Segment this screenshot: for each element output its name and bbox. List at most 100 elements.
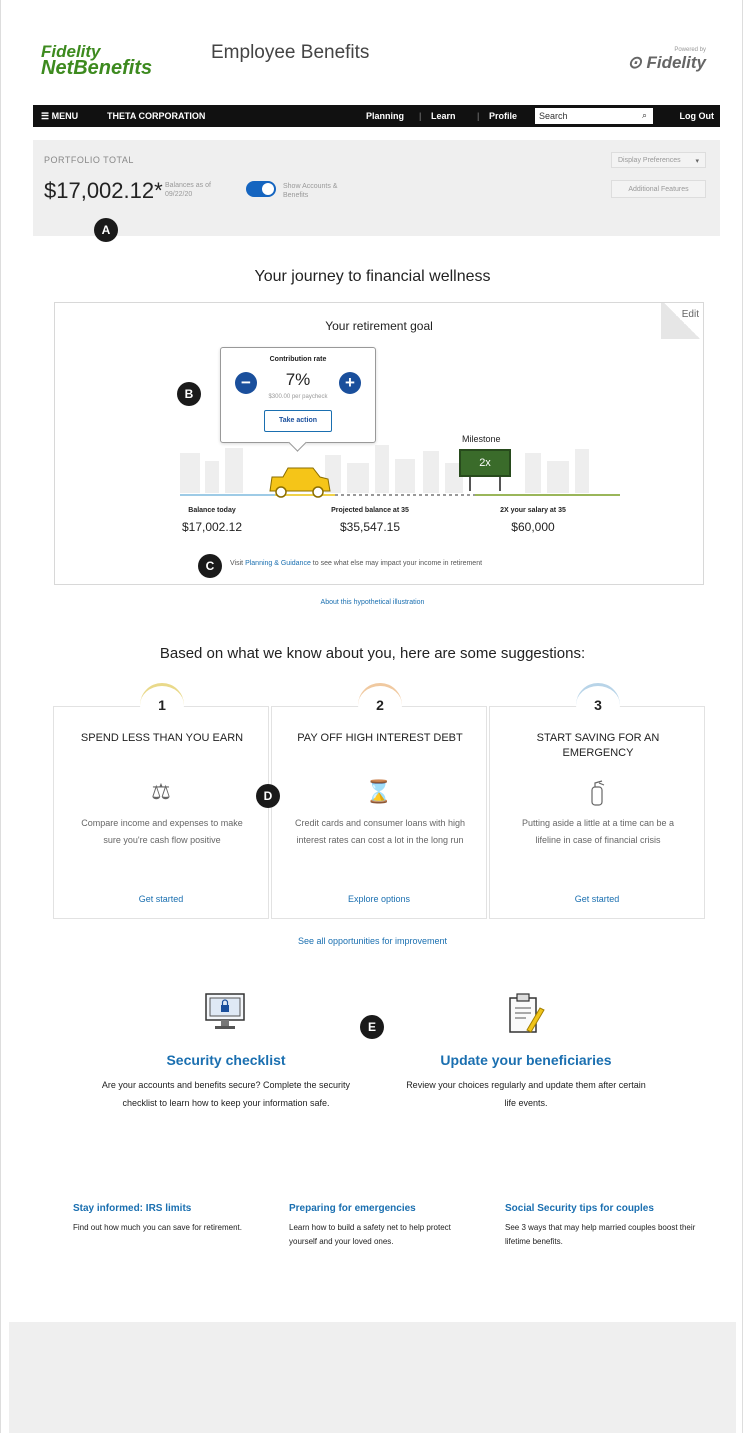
footer bbox=[9, 1322, 736, 1433]
retirement-goal-card: Edit Your retirement goal Contribution r… bbox=[54, 302, 704, 585]
suggestion-number: 1 bbox=[140, 683, 184, 727]
planning-guidance-note: Visit Planning & Guidance to see what el… bbox=[230, 560, 482, 567]
journey-heading: Your journey to financial wellness bbox=[254, 268, 491, 285]
milestone-sign-post bbox=[499, 477, 501, 491]
portfolio-amount: $17,002.12* bbox=[44, 178, 163, 203]
page-title: Employee Benefits bbox=[211, 42, 370, 63]
stat-balance-today: Balance today $17,002.12 bbox=[157, 507, 267, 534]
article-irs-limits: Stay informed: IRS limits Find out how m… bbox=[73, 1203, 273, 1235]
article-description: Learn how to build a safety net to help … bbox=[289, 1223, 451, 1246]
nav-planning[interactable]: Planning bbox=[366, 111, 404, 121]
display-preferences-label: Display Preferences bbox=[618, 157, 681, 164]
netbenefits-logo[interactable]: Fidelity NetBenefits bbox=[41, 43, 153, 79]
nav-divider: | bbox=[477, 111, 480, 121]
stat-value: $35,547.15 bbox=[339, 520, 401, 534]
secondary-button[interactable]: Additional Features bbox=[611, 180, 706, 198]
suggestion-cta[interactable]: Explore options bbox=[272, 894, 486, 904]
stat-value: $17,002.12 bbox=[181, 520, 243, 534]
security-checklist-link[interactable]: Security checklist bbox=[101, 1052, 351, 1068]
feature-description: Review your choices regularly and update… bbox=[406, 1080, 646, 1108]
see-all-text[interactable]: See all opportunities for improvement bbox=[298, 936, 447, 946]
popover-title: Contribution rate bbox=[269, 356, 327, 363]
fire-extinguisher-graphic bbox=[591, 780, 605, 806]
article-title[interactable]: Social Security tips for couples bbox=[505, 1203, 705, 1214]
security-checklist-feature: Security checklist Are your accounts and… bbox=[101, 1052, 351, 1112]
stat-label: Projected balance at 35 bbox=[331, 507, 409, 514]
nav-divider: | bbox=[419, 111, 422, 121]
stat-label: 2X your salary at 35 bbox=[500, 507, 566, 514]
toggle-label: Show Accounts & Benefits bbox=[283, 183, 338, 199]
suggestion-title: START SAVING FOR AN EMERGENCY bbox=[536, 732, 660, 759]
visit-suffix: to see what else may impact your income … bbox=[312, 560, 483, 567]
marker-a: A bbox=[94, 218, 118, 242]
suggestion-title: SPEND LESS THAN YOU EARN bbox=[80, 732, 244, 744]
fidelity-logo-text: Fidelity bbox=[646, 53, 706, 72]
article-description: See 3 ways that may help married couples… bbox=[505, 1223, 696, 1246]
powered-by-fidelity: Powered by ⊙ Fidelity bbox=[628, 47, 707, 73]
about-illustration-link: About this hypothetical illustration bbox=[1, 599, 743, 606]
balance-as-of: Balances as of 09/22/20 bbox=[165, 182, 211, 198]
suggestion-cta[interactable]: Get started bbox=[54, 894, 268, 904]
suggestion-number: 3 bbox=[576, 683, 620, 727]
car-icon bbox=[269, 467, 331, 498]
article-title[interactable]: Preparing for emergencies bbox=[289, 1203, 469, 1214]
suggestion-card: 3 START SAVING FOR AN EMERGENCY Putting … bbox=[489, 683, 705, 919]
suggestion-card: 2 PAY OFF HIGH INTEREST DEBT ⌛ Credit ca… bbox=[271, 683, 487, 919]
main-nav: ☰ MENU THETA CORPORATION Planning | Lear… bbox=[33, 105, 720, 127]
suggestion-cta[interactable]: Get started bbox=[490, 894, 704, 904]
portfolio-label: PORTFOLIO TOTAL bbox=[44, 155, 134, 165]
goal-title: Your retirement goal bbox=[325, 319, 433, 333]
nav-learn[interactable]: Learn bbox=[431, 111, 456, 121]
feature-description: Are your accounts and benefits secure? C… bbox=[101, 1080, 351, 1108]
suggestions-heading: Based on what we know about you, here ar… bbox=[159, 645, 586, 662]
planning-guidance-link[interactable]: Planning & Guidance bbox=[245, 560, 311, 567]
portfolio-summary: PORTFOLIO TOTAL $17,002.12* Balances as … bbox=[33, 140, 720, 236]
marker-b: B bbox=[177, 382, 201, 406]
milestone-label: Milestone bbox=[462, 434, 501, 444]
marker-d: D bbox=[256, 784, 280, 808]
show-accounts-toggle[interactable] bbox=[246, 181, 276, 197]
journey-road-illustration bbox=[180, 445, 620, 498]
fire-extinguisher-icon bbox=[490, 779, 704, 813]
menu-label: MENU bbox=[51, 111, 79, 121]
stat-projected-balance: Projected balance at 35 $35,547.15 bbox=[301, 507, 439, 534]
background-skyline bbox=[180, 445, 589, 493]
page: Fidelity NetBenefits Employee Benefits P… bbox=[0, 0, 743, 1433]
fidelity-logo: ⊙ Fidelity bbox=[628, 53, 707, 72]
visit-prefix: Visit bbox=[230, 560, 244, 567]
milestone-sign-post bbox=[469, 477, 471, 491]
article-emergencies: Preparing for emergencies Learn how to b… bbox=[289, 1203, 469, 1249]
chevron-down-icon: ▾ bbox=[695, 158, 699, 165]
update-beneficiaries-feature: Update your beneficiaries Review your ch… bbox=[401, 1052, 651, 1112]
stat-salary-goal: 2X your salary at 35 $60,000 bbox=[473, 507, 593, 534]
search-placeholder: Search bbox=[539, 111, 568, 121]
suggestion-card: 1 SPEND LESS THAN YOU EARN ⚖ Compare inc… bbox=[53, 683, 269, 919]
suggestion-number: 2 bbox=[358, 683, 402, 727]
logo-line2: NetBenefits bbox=[41, 57, 153, 79]
increase-rate-button[interactable]: + bbox=[339, 372, 361, 394]
logout-link[interactable]: Log Out bbox=[680, 111, 715, 121]
suggestion-title: PAY OFF HIGH INTEREST DEBT bbox=[297, 732, 463, 744]
update-beneficiaries-link[interactable]: Update your beneficiaries bbox=[401, 1052, 651, 1068]
search-icon[interactable]: ⌕ bbox=[642, 110, 647, 121]
stat-value: $60,000 bbox=[511, 520, 555, 534]
marker-c: C bbox=[198, 554, 222, 578]
article-social-security: Social Security tips for couples See 3 w… bbox=[505, 1203, 705, 1249]
company-name: THETA CORPORATION bbox=[107, 111, 206, 121]
suggestion-description: Putting aside a little at a time can be … bbox=[521, 818, 675, 845]
display-preferences-dropdown[interactable]: Display Preferences ▾ bbox=[611, 152, 706, 168]
milestone-sign: 2x bbox=[459, 449, 511, 477]
take-action-button[interactable]: Take action bbox=[264, 410, 332, 432]
suggestion-description: Compare income and expenses to make sure… bbox=[81, 818, 243, 845]
nav-profile[interactable]: Profile bbox=[489, 111, 517, 121]
scale-icon: ⚖ bbox=[151, 779, 171, 804]
article-title[interactable]: Stay informed: IRS limits bbox=[73, 1203, 273, 1214]
hamburger-icon: ☰ bbox=[41, 111, 50, 121]
marker-e: E bbox=[360, 1015, 384, 1039]
hourglass-icon: ⌛ bbox=[365, 779, 393, 804]
contribution-rate-popover: Contribution rate − 7% + $300.00 per pay… bbox=[220, 347, 376, 443]
search-input[interactable]: Search ⌕ bbox=[535, 108, 653, 124]
menu-button[interactable]: ☰ MENU bbox=[41, 111, 78, 122]
fidelity-logo-icon: ⊙ bbox=[627, 53, 642, 72]
about-illustration-text[interactable]: About this hypothetical illustration bbox=[321, 599, 425, 606]
